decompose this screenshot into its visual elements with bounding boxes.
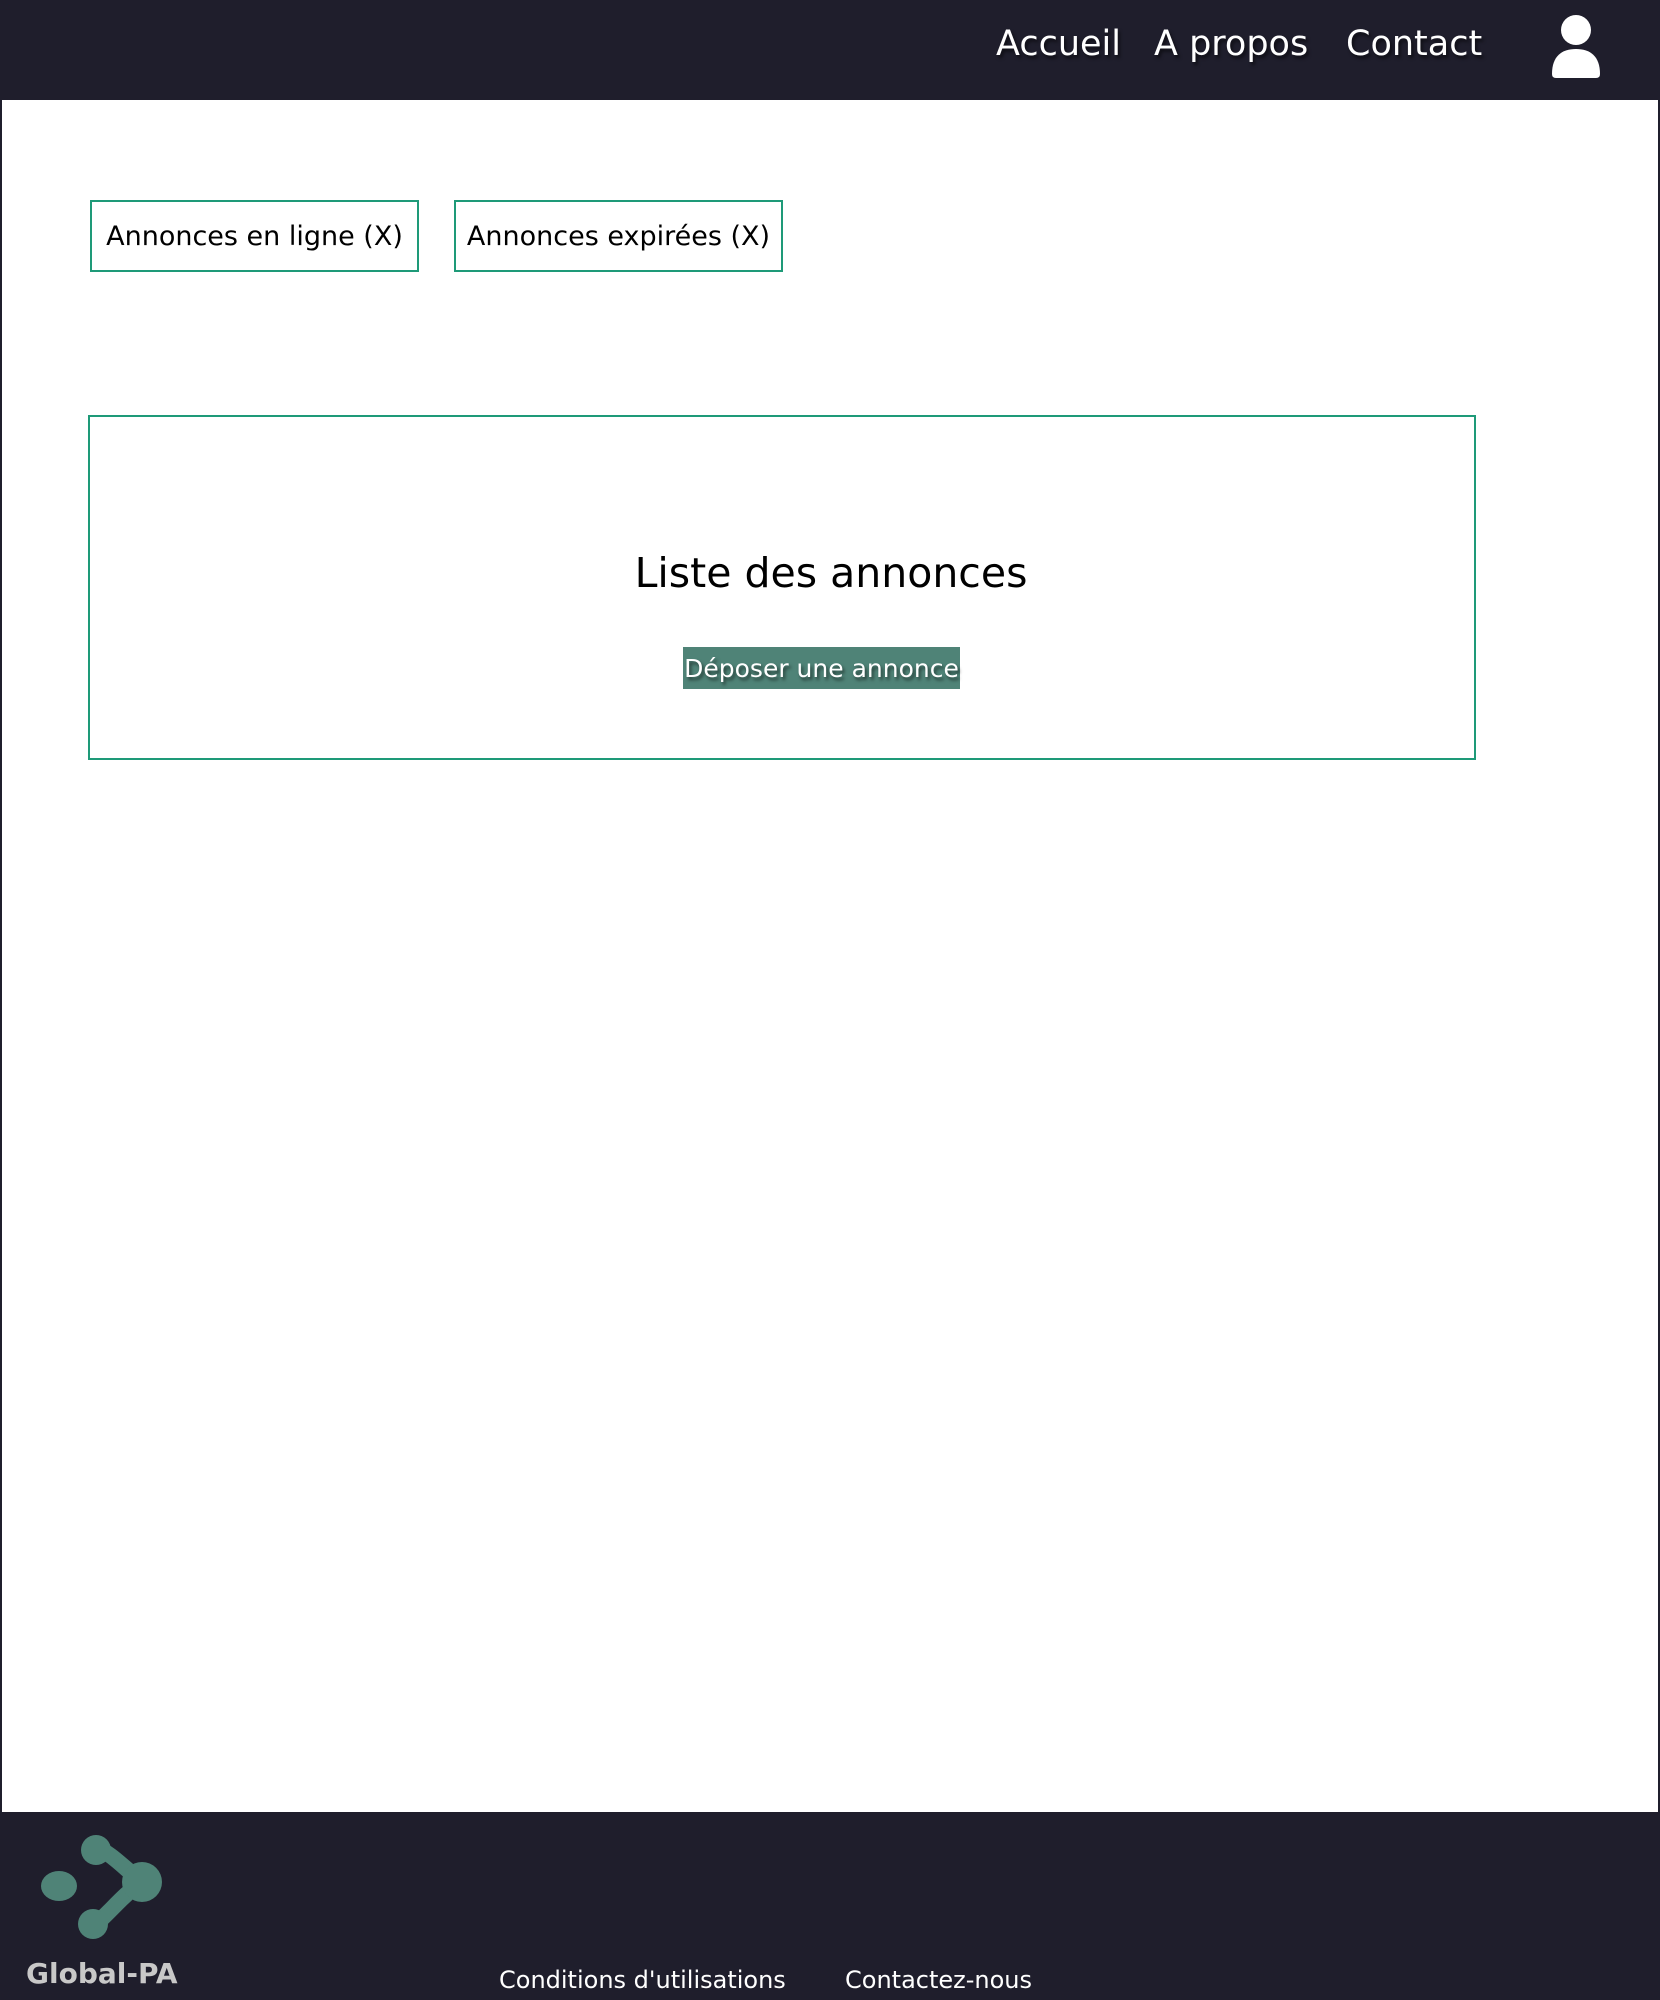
- post-ad-button-label: Déposer une annonce: [684, 653, 959, 683]
- footer-link-contact[interactable]: Contactez-nous: [845, 1966, 1032, 1994]
- footer-link-terms[interactable]: Conditions d'utilisations: [499, 1966, 786, 1994]
- tab-online-ads[interactable]: Annonces en ligne (X): [90, 200, 419, 272]
- user-icon[interactable]: [1550, 12, 1602, 78]
- footer: [2, 1812, 1658, 2000]
- nav-link-about[interactable]: A propos: [1154, 24, 1308, 64]
- global-pa-logo-icon: [41, 1835, 162, 1939]
- nav-link-home[interactable]: Accueil: [996, 24, 1121, 64]
- page-title: Liste des annonces: [634, 549, 1028, 597]
- tab-expired-ads-label: Annonces expirées (X): [466, 220, 771, 252]
- tab-online-ads-label: Annonces en ligne (X): [106, 220, 403, 252]
- tab-expired-ads[interactable]: Annonces expirées (X): [454, 200, 783, 272]
- post-ad-button[interactable]: Déposer une annonce: [683, 647, 960, 689]
- logo-text: Global-PA: [26, 1957, 178, 1990]
- nav-link-contact[interactable]: Contact: [1346, 24, 1482, 64]
